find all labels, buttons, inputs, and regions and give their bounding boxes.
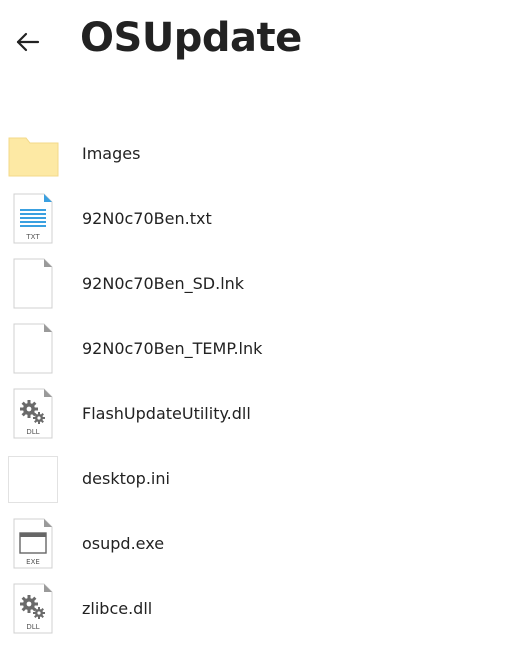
blank-file-icon bbox=[8, 323, 60, 375]
file-name: osupd.exe bbox=[82, 534, 165, 553]
arrow-left-icon bbox=[16, 32, 40, 52]
exe-file-icon: EXE bbox=[8, 518, 60, 570]
gear-file-icon: DLL bbox=[8, 583, 60, 635]
blank-square-icon bbox=[8, 453, 60, 505]
gear-file-icon: DLL bbox=[8, 388, 60, 440]
text-file-icon: TXT bbox=[8, 193, 60, 245]
folder-icon bbox=[8, 128, 60, 180]
page-header: OSUpdate bbox=[0, 0, 526, 80]
file-name: FlashUpdateUtility.dll bbox=[82, 404, 251, 423]
list-item-lnk-file[interactable]: 92N0c70Ben_TEMP.lnk bbox=[0, 317, 526, 382]
file-type-badge: TXT bbox=[25, 233, 40, 241]
file-name: Images bbox=[82, 144, 141, 163]
file-name: 92N0c70Ben.txt bbox=[82, 209, 212, 228]
list-item-ini-file[interactable]: desktop.ini bbox=[0, 447, 526, 512]
list-item-dll-file[interactable]: DLL FlashUpdateUtility.dll bbox=[0, 382, 526, 447]
file-name: zlibce.dll bbox=[82, 599, 153, 618]
list-item-lnk-file[interactable]: 92N0c70Ben_SD.lnk bbox=[0, 252, 526, 317]
file-type-badge: DLL bbox=[26, 428, 39, 436]
file-name: 92N0c70Ben_SD.lnk bbox=[82, 274, 245, 293]
file-name: desktop.ini bbox=[82, 469, 170, 488]
back-button[interactable] bbox=[12, 28, 44, 56]
list-item-exe-file[interactable]: EXE osupd.exe bbox=[0, 512, 526, 577]
list-item-txt-file[interactable]: TXT 92N0c70Ben.txt bbox=[0, 187, 526, 252]
page-title: OSUpdate bbox=[80, 15, 302, 61]
blank-file-icon bbox=[8, 258, 60, 310]
file-type-badge: EXE bbox=[26, 558, 40, 566]
file-list: Images TXT 92N0c70Ben.txt 92N0c70Ben_SD.… bbox=[0, 122, 526, 642]
file-name: 92N0c70Ben_TEMP.lnk bbox=[82, 339, 263, 358]
file-type-badge: DLL bbox=[26, 623, 39, 631]
list-item-dll-file[interactable]: DLL zlibce.dll bbox=[0, 577, 526, 642]
list-item-images[interactable]: Images bbox=[0, 122, 526, 187]
